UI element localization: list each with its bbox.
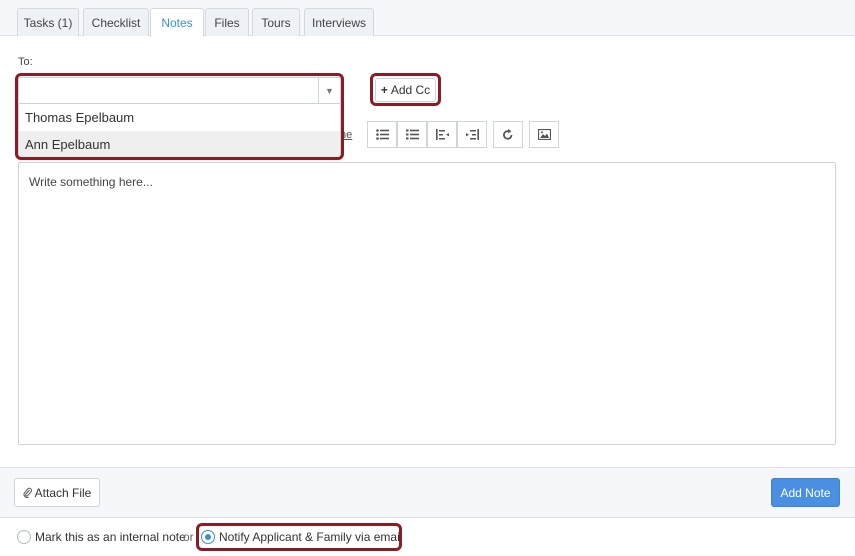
tab-tasks[interactable]: Tasks (1) xyxy=(17,8,79,36)
note-footer xyxy=(0,467,855,518)
notify-email-label[interactable]: Notify Applicant & Family via email xyxy=(219,530,402,544)
tab-tours[interactable]: Tours xyxy=(252,8,300,36)
tab-files[interactable]: Files xyxy=(205,8,249,36)
image-icon[interactable] xyxy=(529,121,559,148)
internal-note-label[interactable]: Mark this as an internal note xyxy=(35,530,186,544)
tab-interviews[interactable]: Interviews xyxy=(304,8,374,36)
indent-icon[interactable] xyxy=(457,121,487,148)
to-label: To: xyxy=(18,56,33,68)
note-editor[interactable]: Write something here... xyxy=(18,162,836,445)
recipient-select[interactable]: ▼ xyxy=(18,77,341,104)
recipient-option-thomas[interactable]: Thomas Epelbaum xyxy=(19,104,340,131)
add-cc-label: Add Cc xyxy=(390,83,431,97)
bulleted-list-icon[interactable] xyxy=(367,121,397,148)
paperclip-icon xyxy=(23,487,32,498)
add-cc-button[interactable]: + Add Cc xyxy=(375,78,436,102)
recipient-option-ann[interactable]: Ann Epelbaum xyxy=(19,131,340,158)
plus-icon: + xyxy=(380,83,388,97)
recipient-dropdown: Thomas Epelbaum Ann Epelbaum xyxy=(18,104,341,158)
tab-notes[interactable]: Notes xyxy=(150,8,204,37)
or-label: or xyxy=(183,530,194,544)
chevron-down-icon[interactable]: ▼ xyxy=(318,78,340,103)
toolbar-partial-label[interactable]: ne xyxy=(340,121,360,148)
attach-file-button[interactable]: Attach File xyxy=(14,478,100,507)
numbered-list-icon[interactable] xyxy=(397,121,427,148)
editor-placeholder: Write something here... xyxy=(29,175,153,189)
outdent-icon[interactable] xyxy=(427,121,457,148)
internal-note-radio[interactable] xyxy=(17,530,31,544)
add-note-button[interactable]: Add Note xyxy=(771,478,840,507)
attach-file-label: Attach File xyxy=(34,485,92,500)
tab-checklist[interactable]: Checklist xyxy=(83,8,149,36)
notify-email-radio[interactable] xyxy=(201,530,215,544)
redo-icon[interactable] xyxy=(493,121,523,148)
tab-bar: Tasks (1) Checklist Notes Files Tours In… xyxy=(0,0,855,37)
